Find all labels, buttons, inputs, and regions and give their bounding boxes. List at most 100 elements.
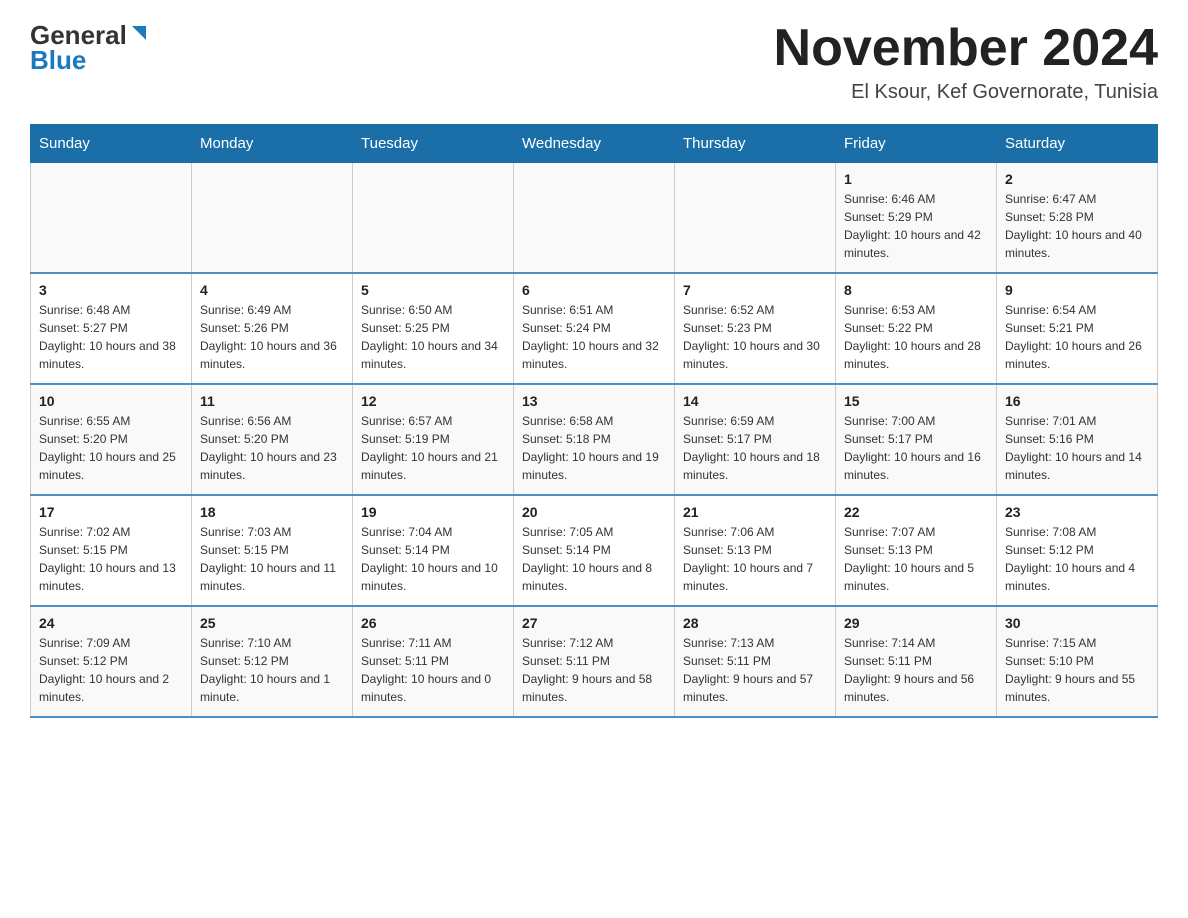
calendar-cell: 26Sunrise: 7:11 AMSunset: 5:11 PMDayligh… (353, 606, 514, 717)
day-number: 14 (683, 393, 827, 409)
day-info: Sunrise: 6:49 AM (200, 301, 344, 319)
calendar-cell: 2Sunrise: 6:47 AMSunset: 5:28 PMDaylight… (997, 163, 1158, 274)
day-info: Daylight: 10 hours and 36 minutes. (200, 337, 344, 373)
day-info: Daylight: 10 hours and 34 minutes. (361, 337, 505, 373)
calendar-cell: 9Sunrise: 6:54 AMSunset: 5:21 PMDaylight… (997, 273, 1158, 384)
day-info: Sunset: 5:11 PM (361, 652, 505, 670)
weekday-header-saturday: Saturday (997, 125, 1158, 163)
day-number: 13 (522, 393, 666, 409)
day-info: Sunset: 5:12 PM (200, 652, 344, 670)
day-info: Sunrise: 6:46 AM (844, 190, 988, 208)
day-info: Sunrise: 6:57 AM (361, 412, 505, 430)
calendar-cell: 29Sunrise: 7:14 AMSunset: 5:11 PMDayligh… (836, 606, 997, 717)
weekday-header-sunday: Sunday (31, 125, 192, 163)
day-info: Sunrise: 6:50 AM (361, 301, 505, 319)
day-info: Daylight: 10 hours and 4 minutes. (1005, 559, 1149, 595)
day-info: Sunrise: 7:11 AM (361, 634, 505, 652)
day-info: Sunrise: 7:12 AM (522, 634, 666, 652)
day-info: Sunrise: 7:05 AM (522, 523, 666, 541)
calendar-cell (675, 163, 836, 274)
day-info: Sunset: 5:28 PM (1005, 208, 1149, 226)
calendar-cell: 22Sunrise: 7:07 AMSunset: 5:13 PMDayligh… (836, 495, 997, 606)
day-number: 20 (522, 504, 666, 520)
day-info: Sunset: 5:22 PM (844, 319, 988, 337)
calendar-body: 1Sunrise: 6:46 AMSunset: 5:29 PMDaylight… (31, 163, 1158, 718)
weekday-header-wednesday: Wednesday (514, 125, 675, 163)
day-info: Daylight: 10 hours and 21 minutes. (361, 448, 505, 484)
weekday-header-friday: Friday (836, 125, 997, 163)
calendar-cell (192, 163, 353, 274)
day-number: 5 (361, 282, 505, 298)
day-info: Sunrise: 6:58 AM (522, 412, 666, 430)
day-info: Daylight: 10 hours and 23 minutes. (200, 448, 344, 484)
calendar-cell: 13Sunrise: 6:58 AMSunset: 5:18 PMDayligh… (514, 384, 675, 495)
day-info: Daylight: 10 hours and 19 minutes. (522, 448, 666, 484)
calendar-table: SundayMondayTuesdayWednesdayThursdayFrid… (30, 124, 1158, 718)
calendar-cell: 14Sunrise: 6:59 AMSunset: 5:17 PMDayligh… (675, 384, 836, 495)
day-info: Sunset: 5:13 PM (683, 541, 827, 559)
calendar-cell: 6Sunrise: 6:51 AMSunset: 5:24 PMDaylight… (514, 273, 675, 384)
calendar-cell: 16Sunrise: 7:01 AMSunset: 5:16 PMDayligh… (997, 384, 1158, 495)
day-info: Sunset: 5:10 PM (1005, 652, 1149, 670)
day-info: Daylight: 10 hours and 25 minutes. (39, 448, 183, 484)
day-info: Daylight: 10 hours and 40 minutes. (1005, 226, 1149, 262)
day-number: 28 (683, 615, 827, 631)
day-number: 15 (844, 393, 988, 409)
day-info: Sunset: 5:12 PM (39, 652, 183, 670)
logo: General Blue (30, 20, 148, 76)
weekday-header-monday: Monday (192, 125, 353, 163)
day-info: Sunset: 5:26 PM (200, 319, 344, 337)
day-info: Daylight: 9 hours and 57 minutes. (683, 670, 827, 706)
day-info: Sunset: 5:11 PM (683, 652, 827, 670)
calendar-cell: 24 Sunrise: 7:09 AMSunset: 5:12 PMDayligh… (31, 606, 192, 717)
day-number: 24 (39, 615, 183, 631)
day-info: Sunset: 5:11 PM (844, 652, 988, 670)
logo-blue-text: Blue (30, 45, 86, 76)
day-info: Sunset: 5:17 PM (844, 430, 988, 448)
day-number: 19 (361, 504, 505, 520)
weekday-header-thursday: Thursday (675, 125, 836, 163)
day-number: 2 (1005, 171, 1149, 187)
day-number: 7 (683, 282, 827, 298)
day-info: Sunrise: 7:09 AM (39, 634, 183, 652)
calendar-cell: 21Sunrise: 7:06 AMSunset: 5:13 PMDayligh… (675, 495, 836, 606)
day-number: 10 (39, 393, 183, 409)
day-number: 18 (200, 504, 344, 520)
day-info: Sunset: 5:13 PM (844, 541, 988, 559)
day-info: Sunset: 5:23 PM (683, 319, 827, 337)
calendar-cell: 30Sunrise: 7:15 AMSunset: 5:10 PMDayligh… (997, 606, 1158, 717)
calendar-cell: 4Sunrise: 6:49 AMSunset: 5:26 PMDaylight… (192, 273, 353, 384)
day-info: Sunset: 5:11 PM (522, 652, 666, 670)
day-info: Sunrise: 7:02 AM (39, 523, 183, 541)
day-info: Daylight: 10 hours and 16 minutes. (844, 448, 988, 484)
day-info: Sunrise: 7:01 AM (1005, 412, 1149, 430)
day-info: Sunrise: 7:08 AM (1005, 523, 1149, 541)
day-info: Daylight: 9 hours and 56 minutes. (844, 670, 988, 706)
day-info: Sunrise: 6:53 AM (844, 301, 988, 319)
title-block: November 2024 El Ksour, Kef Governorate,… (774, 20, 1158, 104)
calendar-week-5: 24Sunrise: 7:09 AMSunset: 5:12 PMDayligh… (31, 606, 1158, 717)
day-info: Sunset: 5:20 PM (39, 430, 183, 448)
calendar-cell: 17Sunrise: 7:02 AMSunset: 5:15 PMDayligh… (31, 495, 192, 606)
calendar-cell: 28 Sunrise: 7:13 AMSunset: 5:11 PMDayligh… (675, 606, 836, 717)
day-info: Sunset: 5:27 PM (39, 319, 183, 337)
day-info: Sunset: 5:15 PM (200, 541, 344, 559)
day-info: Daylight: 10 hours and 18 minutes. (683, 448, 827, 484)
day-info: Sunset: 5:14 PM (522, 541, 666, 559)
day-info: Sunrise: 7:13 AM (683, 634, 827, 652)
calendar-week-2: 3Sunrise: 6:48 AMSunset: 5:27 PMDaylight… (31, 273, 1158, 384)
calendar-week-4: 17Sunrise: 7:02 AMSunset: 5:15 PMDayligh… (31, 495, 1158, 606)
day-number: 29 (844, 615, 988, 631)
day-info: Daylight: 10 hours and 1 minute. (200, 670, 344, 706)
calendar-cell: 1Sunrise: 6:46 AMSunset: 5:29 PMDaylight… (836, 163, 997, 274)
day-info: Sunrise: 6:52 AM (683, 301, 827, 319)
calendar-cell: 12Sunrise: 6:57 AMSunset: 5:19 PMDayligh… (353, 384, 514, 495)
day-info: Daylight: 10 hours and 2 minutes. (39, 670, 183, 706)
day-info: Sunset: 5:16 PM (1005, 430, 1149, 448)
day-info: Daylight: 10 hours and 28 minutes. (844, 337, 988, 373)
day-number: 26 (361, 615, 505, 631)
calendar-cell: 15Sunrise: 7:00 AMSunset: 5:17 PMDayligh… (836, 384, 997, 495)
page-header: General Blue November 2024 El Ksour, Kef… (30, 20, 1158, 104)
day-info: Sunrise: 7:10 AM (200, 634, 344, 652)
day-info: Daylight: 10 hours and 26 minutes. (1005, 337, 1149, 373)
